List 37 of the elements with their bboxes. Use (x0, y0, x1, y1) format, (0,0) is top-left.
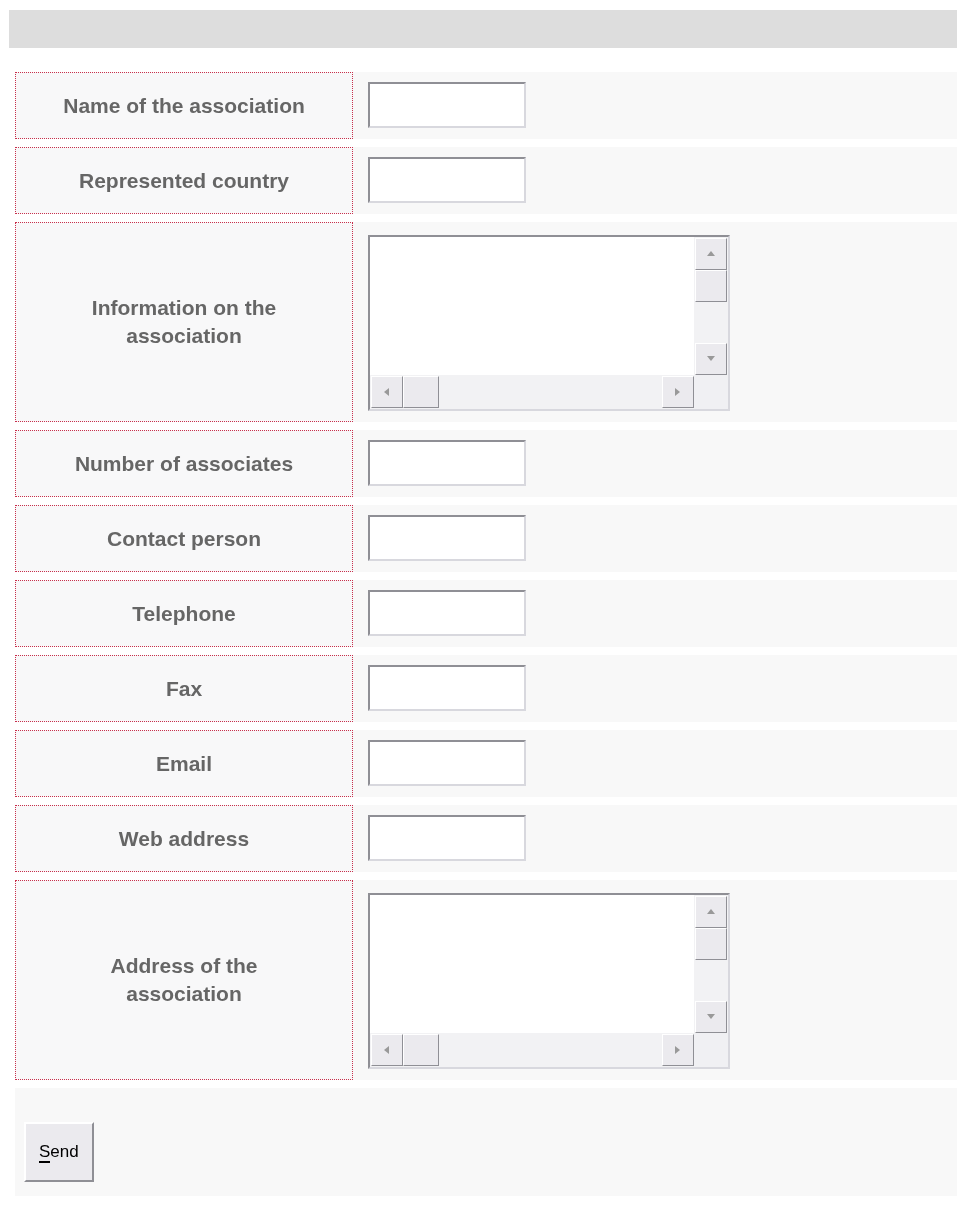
field-label: Information on the association (15, 222, 353, 422)
text-field[interactable] (368, 740, 526, 786)
field-label: Name of the association (15, 72, 353, 139)
text-field[interactable] (368, 590, 526, 636)
vertical-scrollbar[interactable] (694, 237, 728, 375)
field-label: Telephone (15, 580, 353, 647)
field-label: Email (15, 730, 353, 797)
scroll-thumb[interactable] (695, 928, 727, 960)
scroll-down-button[interactable] (695, 1001, 727, 1033)
send-button[interactable]: Send (24, 1122, 94, 1182)
text-field[interactable] (368, 815, 526, 861)
field-label: Contact person (15, 505, 353, 572)
scroll-thumb[interactable] (403, 1034, 439, 1066)
field-label: Number of associates (15, 430, 353, 497)
text-field[interactable] (368, 515, 526, 561)
scroll-right-button[interactable] (662, 1034, 694, 1066)
field-label: Fax (15, 655, 353, 722)
vertical-scrollbar[interactable] (694, 895, 728, 1033)
horizontal-scrollbar[interactable] (370, 375, 694, 409)
scroll-left-button[interactable] (371, 376, 403, 408)
text-field[interactable] (368, 157, 526, 203)
field-label: Address of the association (15, 880, 353, 1080)
scroll-up-button[interactable] (695, 238, 727, 270)
scroll-thumb[interactable] (695, 270, 727, 302)
text-area[interactable] (368, 893, 730, 1069)
scroll-left-button[interactable] (371, 1034, 403, 1066)
scroll-down-button[interactable] (695, 343, 727, 375)
scroll-up-button[interactable] (695, 896, 727, 928)
field-label: Web address (15, 805, 353, 872)
field-label: Represented country (15, 147, 353, 214)
horizontal-scrollbar[interactable] (370, 1033, 694, 1067)
text-field[interactable] (368, 82, 526, 128)
text-field[interactable] (368, 440, 526, 486)
scroll-right-button[interactable] (662, 376, 694, 408)
text-area[interactable] (368, 235, 730, 411)
text-field[interactable] (368, 665, 526, 711)
scroll-thumb[interactable] (403, 376, 439, 408)
